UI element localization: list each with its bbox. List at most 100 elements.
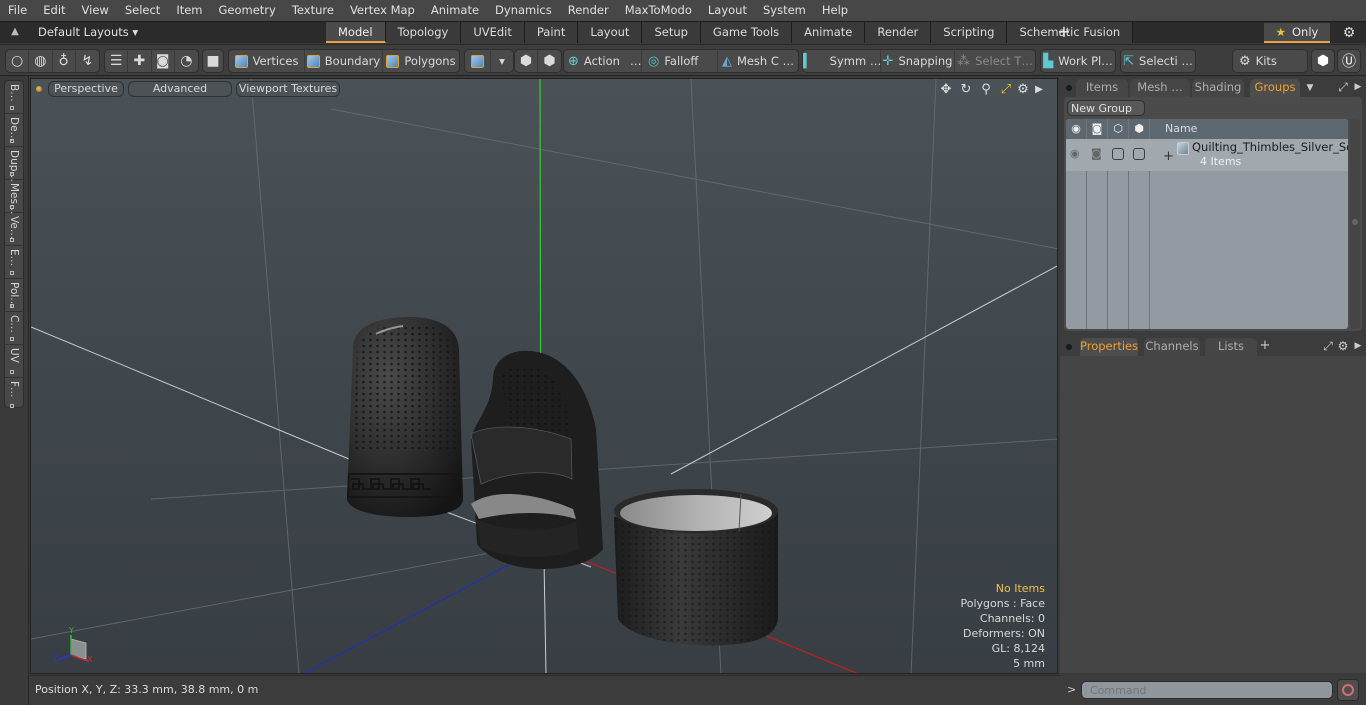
unity-icon[interactable]: ⬢ <box>1312 50 1334 72</box>
menu-animate[interactable]: Animate <box>423 0 487 21</box>
tab-channels[interactable]: Channels <box>1144 338 1200 356</box>
view-mode-button[interactable]: Perspective <box>48 81 124 97</box>
tab-properties[interactable]: Properties <box>1080 338 1138 356</box>
unwrap-icon[interactable]: ✚ <box>128 50 152 72</box>
chevron-down-icon[interactable]: ▼ <box>1303 81 1317 95</box>
menu-system[interactable]: System <box>755 0 814 21</box>
left-tab-curve[interactable]: C… <box>5 312 23 345</box>
left-tab-edge[interactable]: E… <box>5 246 23 279</box>
menu-render[interactable]: Render <box>560 0 617 21</box>
layout-expand-icon[interactable]: ▲ <box>8 25 22 39</box>
menu-item[interactable]: Item <box>168 0 210 21</box>
menu-help[interactable]: Help <box>814 0 856 21</box>
group-row[interactable]: ◉ ◙ + Quilting_Thimbles_Silver_Set_… 4 I… <box>1066 139 1348 171</box>
panel-gear-icon[interactable]: ⚙ <box>1336 339 1350 353</box>
viewport-menu-arrow-icon[interactable]: ▶ <box>1031 82 1047 98</box>
left-tab-deform[interactable]: De… <box>5 114 23 147</box>
tab-setup[interactable]: Setup <box>642 22 701 43</box>
layout-select[interactable]: Default Layouts ▾ <box>38 22 138 43</box>
tab-mesh[interactable]: Mesh … <box>1130 79 1190 97</box>
viewport-gear-icon[interactable]: ⚙ <box>1015 82 1031 98</box>
group-name[interactable]: Quilting_Thimbles_Silver_Set_… <box>1192 140 1348 154</box>
pivot-gizmo-icon[interactable]: ⬢ <box>538 50 561 72</box>
action-button[interactable]: ⊕ Action… <box>564 50 642 72</box>
gear-icon[interactable]: ⚙ <box>1340 24 1358 42</box>
tab-render[interactable]: Render <box>865 22 932 43</box>
left-tab-vertex[interactable]: Ve… <box>5 213 23 246</box>
tab-groups[interactable]: Groups <box>1250 79 1300 97</box>
row-render-camera-icon[interactable]: ◙ <box>1091 148 1103 160</box>
snapping-button[interactable]: ✛ Snapping <box>881 50 955 72</box>
tab-topology[interactable]: Topology <box>385 22 462 43</box>
row-visibility-eye-icon[interactable]: ◉ <box>1070 148 1082 160</box>
tab-items[interactable]: Items <box>1076 79 1128 97</box>
command-input[interactable] <box>1081 681 1333 699</box>
kits-button[interactable]: ⚙ Kits <box>1233 50 1307 72</box>
tab-uvedit[interactable]: UVEdit <box>461 22 525 43</box>
work-plane-button[interactable]: ▙ Work Pl… <box>1041 50 1115 72</box>
tab-model[interactable]: Model <box>326 22 386 43</box>
viewport-textures-button[interactable]: Viewport Textures <box>236 81 340 97</box>
viewport-options-dot[interactable] <box>36 86 42 92</box>
vertices-button[interactable]: Vertices <box>229 50 305 72</box>
tab-lists[interactable]: Lists <box>1205 338 1257 356</box>
menu-dynamics[interactable]: Dynamics <box>487 0 560 21</box>
tab-layout[interactable]: Layout <box>578 22 643 43</box>
panel-options-dot[interactable] <box>1066 344 1072 350</box>
circle-icon[interactable]: ○ <box>6 50 30 72</box>
bezier-icon[interactable]: ↯ <box>76 50 99 72</box>
tab-scripting[interactable]: Scripting <box>931 22 1008 43</box>
boundary-button[interactable]: Boundary <box>305 50 383 72</box>
zoom-icon[interactable]: ⚲ <box>978 82 994 98</box>
menu-texture[interactable]: Texture <box>284 0 342 21</box>
falloff-button[interactable]: ◎ Falloff <box>642 50 718 72</box>
globe-icon[interactable]: ◍ <box>29 50 53 72</box>
item-cube-icon[interactable]: ■ <box>203 50 223 72</box>
panel-menu-arrow-icon[interactable]: ▶ <box>1351 80 1365 94</box>
transform-gizmo-icon[interactable]: ⬢ <box>515 50 539 72</box>
record-macro-button[interactable] <box>1337 679 1359 701</box>
left-tab-polygon[interactable]: Pol… <box>5 279 23 312</box>
expand-group-icon[interactable]: + <box>1163 149 1174 164</box>
align-icon[interactable]: ☰ <box>105 50 129 72</box>
tab-paint[interactable]: Paint <box>524 22 579 43</box>
pen-icon[interactable]: ♁ <box>53 50 76 72</box>
left-tab-mesh-edit[interactable]: Mes… <box>5 180 23 215</box>
left-tab-basic[interactable]: B… <box>5 81 23 114</box>
menu-edit[interactable]: Edit <box>35 0 73 21</box>
menu-select[interactable]: Select <box>117 0 168 21</box>
left-tab-duplicate[interactable]: Dup… <box>5 147 23 182</box>
tab-animate[interactable]: Animate <box>792 22 866 43</box>
symmetry-button[interactable]: ▌ Symm … <box>803 50 881 72</box>
groups-scrollbar[interactable] <box>1350 119 1360 329</box>
tab-game-tools[interactable]: Game Tools <box>700 22 793 43</box>
panel-menu-arrow-icon[interactable]: ▶ <box>1351 339 1365 353</box>
left-tab-fusion[interactable]: F… <box>5 378 23 411</box>
only-button[interactable]: ★ Only <box>1264 23 1330 43</box>
menu-view[interactable]: View <box>74 0 117 21</box>
dial-icon[interactable]: ◔ <box>175 50 198 72</box>
3d-viewport[interactable]: Y Z X Perspective Advanced Viewport Text… <box>30 78 1058 674</box>
panel-options-dot[interactable] <box>1066 85 1072 91</box>
menu-layout[interactable]: Layout <box>700 0 755 21</box>
menu-geometry[interactable]: Geometry <box>211 0 284 21</box>
tab-shading[interactable]: Shading <box>1192 79 1244 97</box>
menu-vertex-map[interactable]: Vertex Map <box>342 0 423 21</box>
mesh-constraints-button[interactable]: ◭ Mesh C … <box>718 50 798 72</box>
maximize-icon[interactable]: ⤢ <box>998 82 1014 98</box>
add-layout-tab-button[interactable]: + <box>1055 22 1073 43</box>
polygons-button[interactable]: Polygons <box>383 50 459 72</box>
pan-icon[interactable]: ✥ <box>938 82 954 98</box>
row-lock-checkbox[interactable] <box>1112 148 1124 160</box>
chevron-down-icon[interactable]: ▾ <box>491 50 513 72</box>
panel-maximize-icon[interactable]: ⤢ <box>1321 339 1335 353</box>
menu-maxtomodo[interactable]: MaxToModo <box>617 0 700 21</box>
square-target-icon[interactable]: ◙ <box>152 50 175 72</box>
name-column-header[interactable]: Name <box>1165 119 1197 139</box>
menu-file[interactable]: File <box>0 0 35 21</box>
material-cube-button[interactable] <box>465 50 491 72</box>
panel-maximize-icon[interactable]: ⤢ <box>1336 80 1350 94</box>
select-through-button[interactable]: ⁂ Select T… <box>955 50 1035 72</box>
row-select-checkbox[interactable] <box>1133 148 1145 160</box>
new-group-button[interactable]: New Group <box>1067 100 1145 116</box>
